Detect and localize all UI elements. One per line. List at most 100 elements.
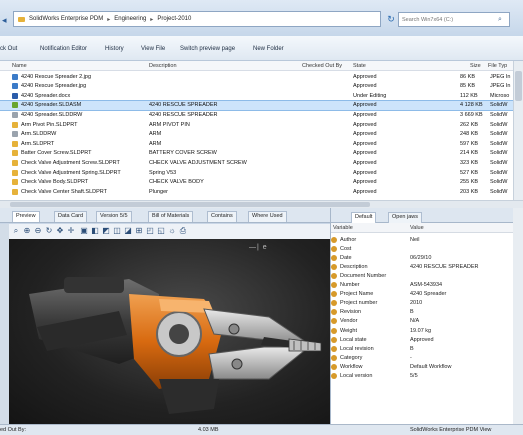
column-variable[interactable]: Variable (333, 225, 353, 231)
table-row[interactable]: 4240 Rescue Spreader 2.jpg Approved 86 KB J… (0, 72, 513, 82)
column-file-type[interactable]: File Typ (488, 63, 507, 69)
file-state: Approved (353, 102, 377, 109)
file-list-hscrollbar[interactable] (0, 200, 523, 208)
history-button[interactable]: History (105, 46, 124, 52)
file-size: 262 KB (460, 121, 479, 128)
property-value: Default Workflow (410, 363, 452, 370)
file-state: Approved (353, 121, 377, 128)
3d-preview-viewport[interactable]: —| e (9, 239, 330, 424)
breadcrumb-item[interactable]: SolidWorks Enterprise PDM (29, 16, 103, 22)
file-type-icon (12, 188, 18, 195)
column-name[interactable]: Name (12, 63, 27, 69)
perspective-icon[interactable]: ◰ (145, 226, 155, 236)
file-list-scrollbar[interactable] (513, 61, 523, 200)
tab-open-jaws[interactable]: Open jaws (388, 212, 422, 223)
property-row[interactable]: Local state Approved (331, 335, 514, 344)
file-type: SolidW (490, 169, 508, 176)
zoom-in-icon[interactable]: ⊕ (22, 226, 32, 236)
property-row[interactable]: Document Number (331, 271, 514, 280)
table-row[interactable]: Check Valve Center Shaft.SLDPRT Plunger Ap… (0, 187, 513, 197)
move-icon[interactable]: ✛ (66, 226, 76, 236)
column-size[interactable]: Size (470, 63, 481, 69)
property-value: N/A (410, 318, 420, 325)
switch-preview-button[interactable]: Switch preview page (180, 46, 235, 52)
tab-version[interactable]: Version 5/5 (96, 211, 132, 222)
file-type-icon (12, 179, 18, 186)
table-row[interactable]: 4240 Spreader.docx Under Editing 112 KB Mic… (0, 91, 513, 101)
property-icon (331, 327, 337, 334)
tab-bill-of-materials[interactable]: Bill of Materials (148, 211, 194, 222)
table-row[interactable]: Check Valve Body.SLDPRT CHECK VALVE BODY A… (0, 178, 513, 188)
column-checked-out-by[interactable]: Checked Out By (302, 63, 342, 69)
property-value: 4240 Spreader (410, 291, 447, 298)
property-row[interactable]: Category - (331, 353, 514, 362)
table-row[interactable]: Arm.SLDPRT ARM Approved 597 KB SolidW (0, 139, 513, 149)
property-row[interactable]: Revision B (331, 308, 514, 317)
search-input[interactable] (402, 16, 498, 23)
file-state: Approved (353, 83, 377, 90)
property-value: 5/5 (410, 373, 418, 379)
scrollbar-thumb[interactable] (515, 71, 522, 101)
property-row[interactable]: Vendor N/A (331, 317, 514, 326)
scrollbar-thumb[interactable] (10, 202, 370, 207)
view-file-button[interactable]: View File (141, 46, 165, 52)
rotate-icon[interactable]: ↻ (44, 226, 54, 236)
breadcrumb-item[interactable]: Engineering (114, 16, 146, 22)
print-icon[interactable]: ⎙ (178, 226, 188, 236)
display-icon[interactable]: ◱ (156, 226, 166, 236)
check-out-button[interactable]: ck Out (0, 46, 17, 52)
property-row[interactable]: Workflow Default Workflow (331, 362, 514, 371)
file-state: Approved (353, 150, 377, 157)
light-icon[interactable]: ☼ (167, 226, 177, 236)
breadcrumb[interactable]: SolidWorks Enterprise PDM ▸ Engineering … (13, 11, 381, 27)
pan-icon[interactable]: ✥ (55, 226, 65, 236)
column-value[interactable]: Value (410, 225, 424, 231)
property-row[interactable]: Cost (331, 244, 514, 253)
table-row[interactable]: Batter Cover Screw.SLDPRT BATTERY COVER S… (0, 149, 513, 159)
view-iso-icon[interactable]: ◧ (90, 226, 100, 236)
tab-contains[interactable]: Contains (207, 211, 237, 222)
table-row[interactable]: Check Valve Adjustment Screw.SLDPRT CHECK… (0, 158, 513, 168)
table-row[interactable]: 4240 Rescue Spreader.jpg Approved 85 KB JPE… (0, 82, 513, 92)
file-name: Check Valve Adjustment Screw.SLDPRT (21, 159, 120, 166)
tab-preview[interactable]: Preview (12, 211, 40, 222)
property-name: Local revision (340, 345, 374, 352)
column-description[interactable]: Description (149, 63, 177, 69)
property-row[interactable]: Local revision B (331, 344, 514, 353)
table-row[interactable]: 4240 Spreader.SLDASM 4240 RESCUE SPREADER… (0, 99, 513, 112)
breadcrumb-item[interactable]: Project-2010 (157, 16, 191, 22)
property-row[interactable]: Project Name 4240 Spreader (331, 290, 514, 299)
table-row[interactable]: Arm Pivot Pin.SLDPRT ARM PIVOT PIN Approve… (0, 120, 513, 130)
properties-scrollbar[interactable] (513, 208, 523, 424)
folder-icon (18, 16, 25, 22)
search-icon[interactable]: ⌕ (498, 16, 502, 24)
new-folder-button[interactable]: New Folder (253, 46, 284, 52)
toolbar: ck Out Notification Editor History View … (0, 36, 523, 61)
zoom-out-icon[interactable]: ⊖ (33, 226, 43, 236)
property-row[interactable]: Description 4240 RESCUE SPREADER (331, 262, 514, 271)
table-row[interactable]: Arm.SLDDRW ARM Approved 248 KB SolidW (0, 130, 513, 140)
table-row[interactable]: Check Valve Adjustment Spring.SLDPRT Spri… (0, 168, 513, 178)
refresh-icon[interactable]: ↻ (384, 12, 398, 26)
zoom-fit-icon[interactable]: ⌕ (11, 226, 21, 236)
measure-icon[interactable]: ⊞ (134, 226, 144, 236)
notification-editor-button[interactable]: Notification Editor (40, 46, 87, 52)
property-row[interactable]: Number ASM-543934 (331, 281, 514, 290)
property-row[interactable]: Weight 19.07 kg (331, 326, 514, 335)
view-front-icon[interactable]: ▣ (79, 226, 89, 236)
table-row[interactable]: 4240 Spreader.SLDDRW 4240 RESCUE SPREADER… (0, 110, 513, 120)
tab-where-used[interactable]: Where Used (248, 211, 287, 222)
property-row[interactable]: Project number 2010 (331, 299, 514, 308)
section-icon[interactable]: ◪ (123, 226, 133, 236)
search-box[interactable]: ⌕ (398, 12, 510, 27)
property-icon (331, 245, 337, 252)
tab-default[interactable]: Default (351, 212, 377, 223)
property-row[interactable]: Date 06/29/10 (331, 253, 514, 262)
shaded-icon[interactable]: ◩ (101, 226, 111, 236)
rescue-spreader-model (29, 277, 322, 414)
column-state[interactable]: State (353, 63, 366, 69)
property-row[interactable]: Author Neil (331, 235, 514, 244)
property-row[interactable]: Local version 5/5 (331, 372, 514, 381)
tab-data-card[interactable]: Data Card (54, 211, 88, 222)
wireframe-icon[interactable]: ◫ (112, 226, 122, 236)
